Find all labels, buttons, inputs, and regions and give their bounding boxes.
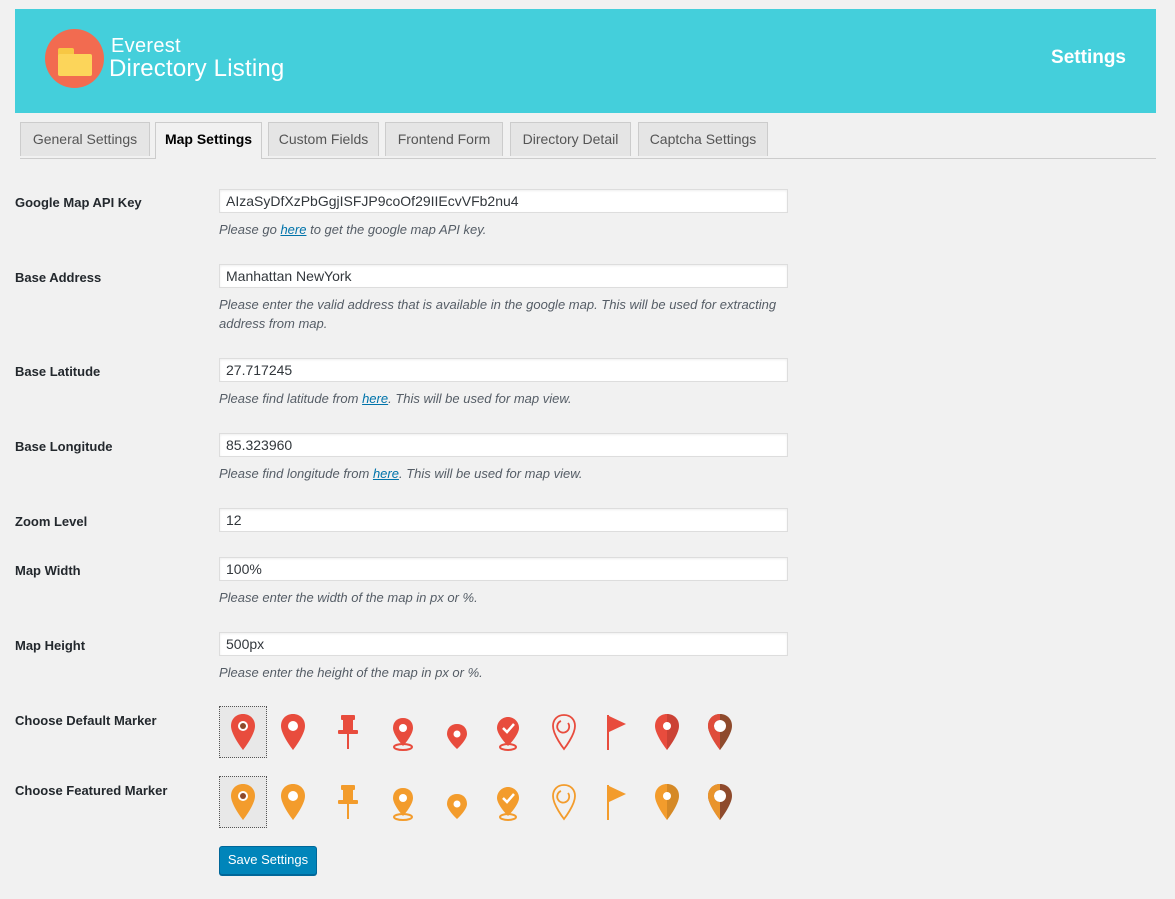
tab-map-settings[interactable]: Map Settings [155, 122, 262, 159]
featured-marker-map-pin-dot-icon[interactable] [643, 776, 691, 828]
tab-captcha-settings[interactable]: Captcha Settings [638, 122, 768, 156]
featured-marker-map-pin-ring-icon[interactable] [269, 776, 317, 828]
tab-directory-detail[interactable]: Directory Detail [510, 122, 631, 156]
base-longitude-label: Base Longitude [15, 439, 113, 454]
tab-general-settings[interactable]: General Settings [20, 122, 150, 156]
default-marker-map-pin-dot-icon[interactable] [643, 706, 691, 758]
page-title: Settings [1051, 47, 1126, 68]
base-address-description: Please enter the valid address that is a… [219, 297, 777, 331]
featured-marker-map-pin-outline-icon[interactable] [540, 776, 588, 828]
featured-marker-map-pin-check-icon[interactable] [484, 776, 532, 828]
base-address-input[interactable]: Manhattan NewYork [219, 264, 788, 288]
featured-marker-map-pin-brown-icon[interactable] [696, 776, 744, 828]
default-marker-label: Choose Default Marker [15, 713, 157, 728]
base-longitude-description: Please find longitude from here. This wi… [219, 466, 583, 481]
featured-marker-options [219, 776, 759, 828]
default-marker-flag-icon[interactable] [592, 706, 640, 758]
tab-frontend-form[interactable]: Frontend Form [385, 122, 503, 156]
base-latitude-label: Base Latitude [15, 364, 101, 379]
default-marker-map-pin-check-icon[interactable] [484, 706, 532, 758]
logo-folder-icon [45, 29, 104, 88]
default-marker-options [219, 706, 759, 758]
default-marker-map-pin-brown-icon[interactable] [696, 706, 744, 758]
default-marker-map-pin-ring-icon[interactable] [269, 706, 317, 758]
featured-marker-label: Choose Featured Marker [15, 783, 168, 798]
header-banner: Everest Directory Listing Settings [15, 9, 1156, 113]
featured-marker-map-pin-icon[interactable] [219, 776, 267, 828]
longitude-here-link[interactable]: here [373, 466, 399, 481]
base-latitude-input[interactable]: 27.717245 [219, 358, 788, 382]
logo-text-line2: Directory Listing [109, 55, 285, 82]
default-marker-map-pin-icon[interactable] [219, 706, 267, 758]
base-address-label: Base Address [15, 270, 102, 285]
latitude-here-link[interactable]: here [362, 391, 388, 406]
api-key-description: Please go here to get the google map API… [219, 222, 487, 237]
api-key-label: Google Map API Key [15, 195, 142, 210]
featured-marker-map-pin-small-icon[interactable] [433, 776, 481, 828]
default-marker-map-pin-small-icon[interactable] [433, 706, 481, 758]
featured-marker-push-pin-icon[interactable] [324, 776, 372, 828]
map-width-input[interactable]: 100% [219, 557, 788, 581]
default-marker-map-pin-outline-icon[interactable] [540, 706, 588, 758]
featured-marker-map-pin-base-icon[interactable] [379, 776, 427, 828]
map-height-description: Please enter the height of the map in px… [219, 665, 483, 680]
base-latitude-description: Please find latitude from here. This wil… [219, 391, 572, 406]
zoom-level-input[interactable]: 12 [219, 508, 788, 532]
default-marker-push-pin-icon[interactable] [324, 706, 372, 758]
zoom-level-label: Zoom Level [15, 514, 88, 529]
map-height-input[interactable]: 500px [219, 632, 788, 656]
map-height-label: Map Height [15, 638, 86, 653]
map-width-label: Map Width [15, 563, 81, 578]
save-settings-button[interactable]: Save Settings [219, 846, 317, 875]
settings-tabs: General Settings Map Settings Custom Fie… [20, 122, 1156, 159]
api-key-here-link[interactable]: here [280, 222, 306, 237]
default-marker-map-pin-base-icon[interactable] [379, 706, 427, 758]
api-key-input[interactable]: AIzaSyDfXzPbGgjISFJP9coOf29IIEcvVFb2nu4 [219, 189, 788, 213]
tab-custom-fields[interactable]: Custom Fields [268, 122, 379, 156]
map-width-description: Please enter the width of the map in px … [219, 590, 478, 605]
base-longitude-input[interactable]: 85.323960 [219, 433, 788, 457]
featured-marker-flag-icon[interactable] [592, 776, 640, 828]
